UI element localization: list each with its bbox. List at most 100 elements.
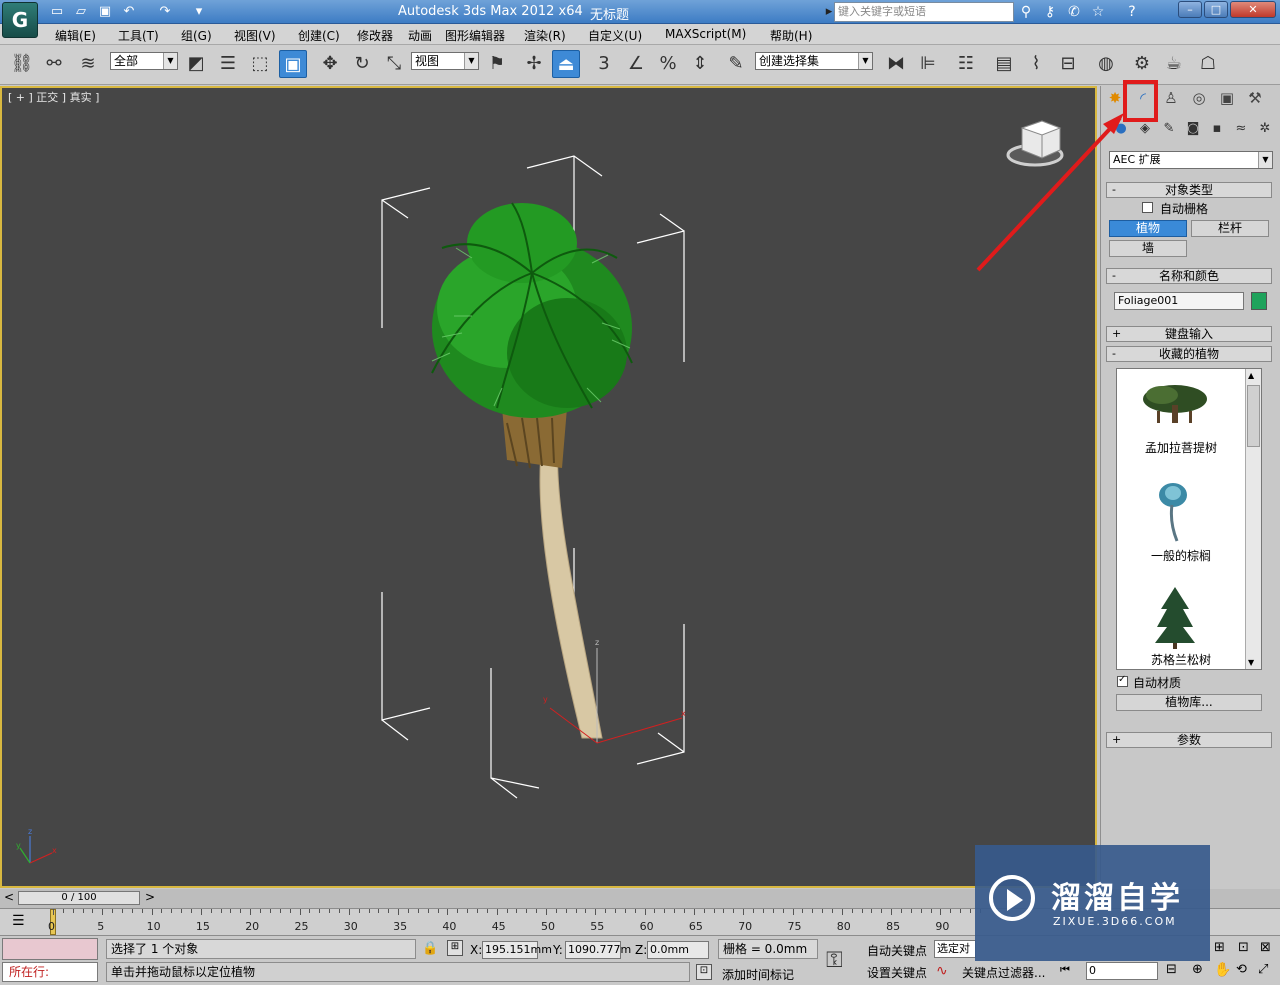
app-logo-button[interactable]: G: [2, 2, 38, 38]
orbit-icon[interactable]: ⟲: [1236, 962, 1247, 977]
plant-item-banyan[interactable]: 孟加拉菩提树: [1117, 377, 1245, 467]
maxscript-listener-field[interactable]: [2, 938, 98, 960]
keyboard-entry-rollout-header[interactable]: + 键盘输入: [1106, 326, 1272, 342]
viewcube-icon[interactable]: [1006, 120, 1064, 167]
menu-group[interactable]: 组(G): [181, 27, 212, 44]
curve-editor-icon[interactable]: ⌇: [1022, 50, 1050, 78]
scroll-down-icon[interactable]: ▼: [1248, 658, 1254, 667]
redo-icon[interactable]: ↷: [156, 3, 174, 21]
menu-rendering[interactable]: 渲染(R): [524, 27, 566, 44]
menu-help[interactable]: 帮助(H): [770, 27, 812, 44]
select-by-name-icon[interactable]: ☰: [214, 50, 242, 78]
auto-key-button[interactable]: 自动关键点: [867, 942, 927, 959]
zoom-icon[interactable]: ⊞: [1214, 940, 1225, 955]
select-and-manipulate-icon[interactable]: ✢: [520, 50, 548, 78]
material-editor-icon[interactable]: ◍: [1092, 50, 1120, 78]
curve-editor-mini-icon[interactable]: ☰: [12, 913, 25, 929]
plant-item-palm[interactable]: 一般的棕榈: [1117, 481, 1245, 571]
plant-library-button[interactable]: 植物库...: [1116, 694, 1262, 711]
maxscript-line-field[interactable]: 所在行:: [2, 962, 98, 982]
menu-maxscript[interactable]: MAXScript(M): [665, 27, 746, 41]
go-to-start-icon[interactable]: ⏮: [1060, 963, 1070, 977]
plant-item-scotch-pine[interactable]: 苏格兰松树: [1117, 585, 1245, 669]
z-coordinate-field[interactable]: 0.0mm: [647, 941, 709, 959]
bind-space-warp-icon[interactable]: ≋: [74, 50, 102, 78]
palm-tree-model[interactable]: [431, 202, 633, 739]
plant-list-scrollbar[interactable]: ▲ ▼: [1245, 369, 1261, 669]
maximize-viewport-icon[interactable]: ⤢: [1258, 962, 1268, 977]
angle-snap-icon[interactable]: ∠: [622, 50, 650, 78]
help-search-input[interactable]: 键入关键字或短语: [834, 2, 1014, 22]
current-frame-field[interactable]: 0: [1086, 962, 1158, 980]
shapes-icon[interactable]: ◈: [1135, 120, 1155, 138]
auto-material-checkbox[interactable]: [1117, 674, 1128, 687]
menu-tools[interactable]: 工具(T): [118, 27, 159, 44]
scroll-thumb[interactable]: [1247, 385, 1260, 447]
autogrid-checkbox[interactable]: [1142, 202, 1153, 213]
foliage-button[interactable]: 植物: [1109, 220, 1187, 237]
set-key-icon[interactable]: ⚿: [826, 948, 843, 973]
zoom-extents-icon[interactable]: ⊕: [1192, 962, 1203, 977]
lights-icon[interactable]: ✎: [1159, 120, 1179, 138]
open-file-icon[interactable]: ▱: [72, 3, 90, 21]
unlink-icon[interactable]: ⚯: [40, 50, 68, 78]
motion-tab-icon[interactable]: ◎: [1187, 86, 1211, 110]
snaps-toggle-icon[interactable]: 3: [590, 50, 618, 78]
y-coordinate-field[interactable]: 1090.777m: [565, 941, 631, 959]
selection-filter-dropdown[interactable]: 全部 ▼: [110, 52, 178, 70]
object-type-rollout-header[interactable]: - 对象类型: [1106, 182, 1272, 198]
communication-center-icon[interactable]: ✆: [1064, 3, 1084, 21]
set-key-button[interactable]: 设置关键点: [867, 964, 927, 981]
select-and-move-icon[interactable]: ✥: [316, 50, 344, 78]
favorites-star-icon[interactable]: ☆: [1088, 3, 1108, 21]
time-tag-icon[interactable]: ⊡: [696, 964, 712, 980]
render-setup-icon[interactable]: ⚙: [1128, 50, 1156, 78]
object-category-dropdown[interactable]: AEC 扩展 ▼: [1109, 151, 1273, 169]
menu-edit[interactable]: 编辑(E): [55, 27, 96, 44]
new-file-icon[interactable]: ▭: [48, 3, 66, 21]
lock-icon[interactable]: 🔒: [422, 941, 438, 956]
render-production-icon[interactable]: ☖: [1194, 50, 1222, 78]
favorite-plants-rollout-header[interactable]: - 收藏的植物: [1106, 346, 1272, 362]
binoculars-icon[interactable]: ⚲: [1016, 3, 1036, 21]
spinner-snap-icon[interactable]: ⇕: [686, 50, 714, 78]
object-name-field[interactable]: Foliage001: [1114, 292, 1244, 310]
object-color-swatch[interactable]: [1251, 292, 1267, 310]
maximize-button[interactable]: □: [1204, 1, 1228, 18]
select-and-rotate-icon[interactable]: ↻: [348, 50, 376, 78]
schematic-view-icon[interactable]: ⊟: [1054, 50, 1082, 78]
rectangular-selection-icon[interactable]: ⬚: [246, 50, 274, 78]
menu-animation[interactable]: 动画: [408, 27, 432, 44]
time-config-icon[interactable]: ⊟: [1166, 962, 1177, 977]
railing-button[interactable]: 栏杆: [1191, 220, 1269, 237]
save-file-icon[interactable]: ▣: [96, 3, 114, 21]
help-icon[interactable]: ?: [1122, 3, 1142, 21]
quick-access-dropdown-icon[interactable]: ▾: [190, 3, 208, 21]
favorite-plants-list[interactable]: 孟加拉菩提树 一般的棕榈 苏格兰松树 ▲ ▼: [1116, 368, 1262, 670]
selected-dropdown[interactable]: 选定对: [934, 940, 976, 958]
display-tab-icon[interactable]: ▣: [1215, 86, 1239, 110]
utilities-tab-icon[interactable]: ⚒: [1243, 86, 1267, 110]
minimize-button[interactable]: –: [1178, 1, 1202, 18]
reference-coordinate-dropdown[interactable]: 视图 ▼: [411, 52, 479, 70]
select-and-link-icon[interactable]: ⛓: [8, 50, 36, 78]
scroll-up-icon[interactable]: ▲: [1248, 371, 1254, 380]
pan-hand-icon[interactable]: ✋: [1214, 962, 1231, 978]
add-time-tag[interactable]: 添加时间标记: [722, 966, 794, 983]
menu-modifiers[interactable]: 修改器: [357, 27, 393, 44]
space-warps-icon[interactable]: ≈: [1231, 120, 1251, 138]
percent-snap-icon[interactable]: %: [654, 50, 682, 78]
pivot-center-icon[interactable]: ⚑: [483, 50, 511, 78]
perspective-viewport[interactable]: [ + ] 正交 ] 真实 ] z y x z x y: [0, 86, 1097, 888]
key-filters-button[interactable]: 关键点过滤器...: [962, 964, 1045, 981]
absolute-mode-icon[interactable]: ⊞: [447, 940, 463, 956]
parameters-rollout-header[interactable]: + 参数: [1106, 732, 1272, 748]
edit-named-selection-icon[interactable]: ✎: [722, 50, 750, 78]
close-button[interactable]: ✕: [1230, 1, 1276, 18]
subscription-icon[interactable]: ⚷: [1040, 3, 1060, 21]
time-slider[interactable]: 0 / 100: [18, 891, 140, 905]
menu-views[interactable]: 视图(V): [234, 27, 276, 44]
layer-manager-icon[interactable]: ☷: [952, 50, 980, 78]
named-selection-dropdown[interactable]: 创建选择集 ▼: [755, 52, 873, 70]
mirror-icon[interactable]: ⧓: [882, 50, 910, 78]
